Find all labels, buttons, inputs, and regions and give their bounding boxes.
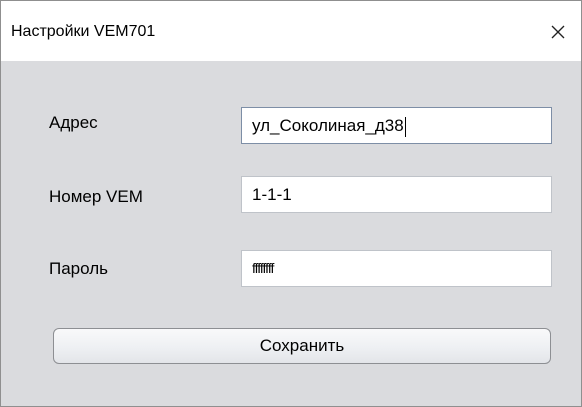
password-label: Пароль — [49, 259, 108, 278]
close-button[interactable] — [535, 11, 581, 53]
vem-number-field[interactable]: 1-1-1 — [241, 176, 552, 213]
password-field[interactable]: ffffffff — [241, 250, 552, 287]
close-icon — [551, 25, 565, 39]
settings-dialog: Настройки VEM701 Адрес ул_Соколиная_д38 … — [0, 0, 582, 407]
dialog-content: Адрес ул_Соколиная_д38 Номер VEM 1-1-1 П… — [1, 61, 581, 406]
window-title: Настройки VEM701 — [11, 23, 156, 40]
address-value: ул_Соколиная_д38 — [252, 116, 404, 135]
text-caret — [404, 116, 406, 137]
save-button-label: Сохранить — [259, 336, 345, 355]
address-label: Адрес — [49, 113, 98, 132]
address-field[interactable]: ул_Соколиная_д38 — [241, 107, 552, 144]
title-bar[interactable]: Настройки VEM701 — [1, 1, 581, 61]
vem-number-label: Номер VEM — [49, 187, 143, 206]
save-button[interactable]: Сохранить — [53, 328, 551, 364]
password-value: ffffffff — [252, 260, 274, 276]
vem-number-value: 1-1-1 — [252, 185, 292, 204]
